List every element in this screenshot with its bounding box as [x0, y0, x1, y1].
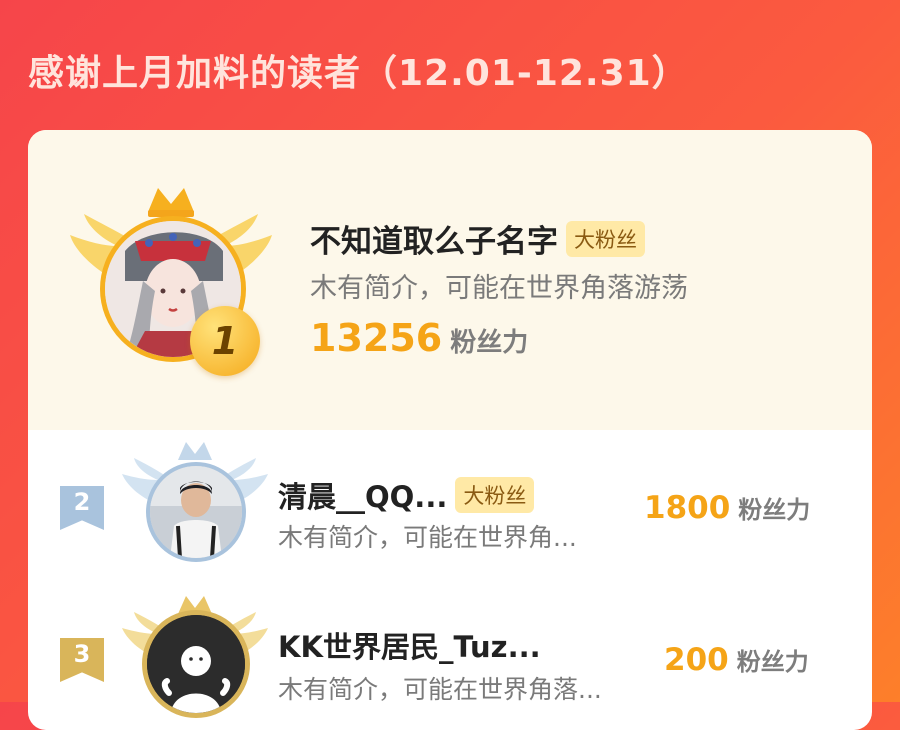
reader-bio: 木有简介，可能在世界角落游荡	[310, 273, 688, 304]
name-line: KK世界居民_Tuz...	[278, 624, 541, 666]
fan-score-unit: 粉丝力	[736, 648, 809, 676]
score-line: 200 粉丝力	[664, 642, 809, 678]
fan-score: 200	[664, 642, 729, 678]
reader-row-1[interactable]: 1 不知道取么子名字 大粉丝 木有简介，可能在世界角落游荡 13256 粉丝力	[28, 130, 872, 430]
default-user-icon	[147, 615, 245, 713]
medal-1-icon: 1	[190, 306, 260, 376]
score-line: 13256 粉丝力	[310, 316, 528, 360]
reader-name[interactable]: 清晨__QQ...	[278, 474, 447, 516]
name-line: 清晨__QQ... 大粉丝	[278, 474, 535, 516]
reader-name[interactable]: 不知道取么子名字	[310, 216, 558, 261]
name-line: 不知道取么子名字 大粉丝	[310, 216, 645, 261]
reader-row-3[interactable]: 3 KK世界居民_Tuz... 木有简介，可能在世界角落... 200 粉丝力	[28, 580, 872, 730]
reader-name[interactable]: KK世界居民_Tuz...	[278, 630, 541, 664]
fan-score-unit: 粉丝力	[738, 496, 811, 524]
avatar[interactable]	[146, 462, 246, 562]
rank-number: 1	[211, 319, 239, 363]
fan-score-unit: 粉丝力	[450, 328, 529, 358]
fan-score: 1800	[644, 490, 731, 526]
page-title: 感谢上月加料的读者（12.01-12.31）	[28, 53, 689, 94]
reader-bio: 木有简介，可能在世界角...	[278, 523, 577, 552]
reader-bio: 木有简介，可能在世界角落...	[278, 675, 602, 704]
rank-number: 3	[73, 640, 91, 668]
rank-flag-2-icon: 2	[60, 486, 104, 530]
reader-row-2[interactable]: 2 清晨__QQ... 大粉丝 木有简介，可能在世界角... 1800 粉丝力	[28, 430, 872, 580]
avatar-photo-image	[150, 466, 242, 558]
fan-score: 13256	[310, 316, 443, 360]
score-line: 1800 粉丝力	[644, 490, 810, 526]
rank-number: 2	[73, 488, 91, 516]
ranking-card: 1 不知道取么子名字 大粉丝 木有简介，可能在世界角落游荡 13256 粉丝力 …	[28, 130, 872, 730]
rank-flag-3-icon: 3	[60, 638, 104, 682]
fan-badge: 大粉丝	[566, 220, 645, 257]
fan-badge: 大粉丝	[455, 477, 535, 513]
